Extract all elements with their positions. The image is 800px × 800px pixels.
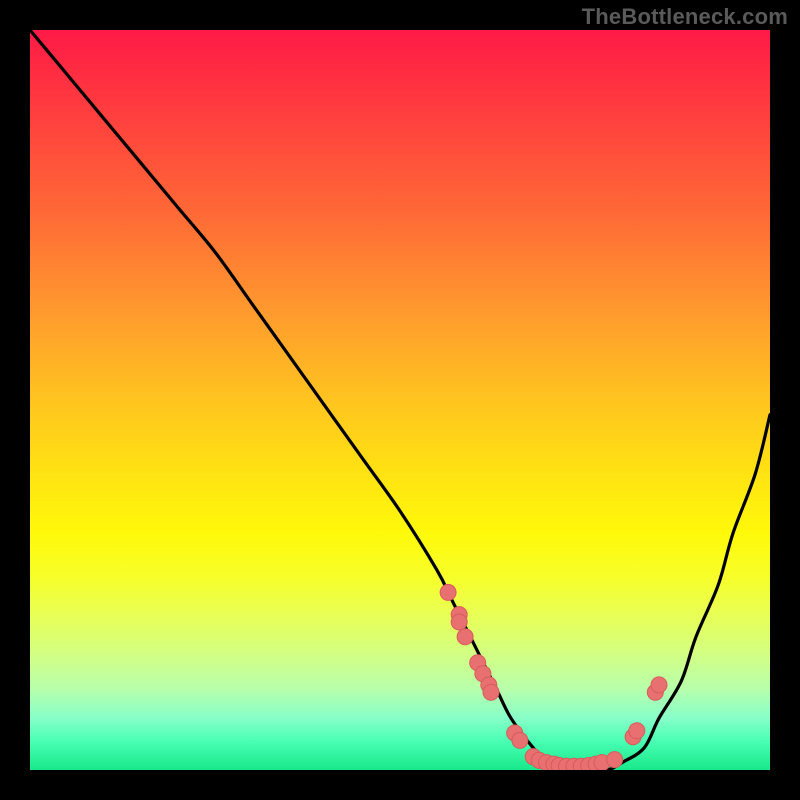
data-point bbox=[512, 732, 528, 748]
curve-svg bbox=[30, 30, 770, 770]
data-point bbox=[483, 684, 499, 700]
data-points bbox=[440, 584, 667, 770]
chart-container: TheBottleneck.com bbox=[0, 0, 800, 800]
bottleneck-curve bbox=[30, 30, 770, 770]
data-point bbox=[440, 584, 456, 600]
attribution-text: TheBottleneck.com bbox=[582, 4, 788, 30]
data-point bbox=[451, 614, 467, 630]
data-point bbox=[629, 723, 645, 739]
data-point bbox=[457, 629, 473, 645]
data-point bbox=[651, 677, 667, 693]
data-point bbox=[607, 752, 623, 768]
plot-area bbox=[30, 30, 770, 770]
